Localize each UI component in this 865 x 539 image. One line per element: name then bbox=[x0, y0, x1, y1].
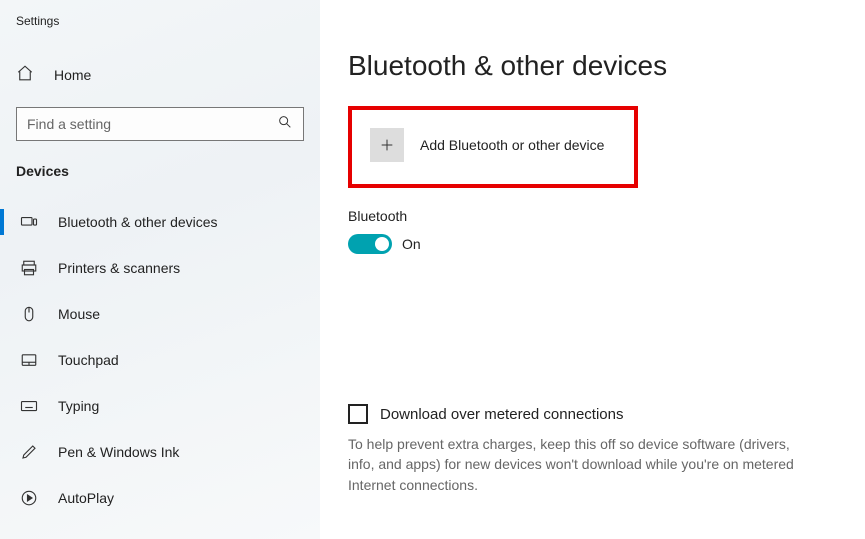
bluetooth-toggle[interactable] bbox=[348, 234, 392, 254]
add-device-button[interactable]: Add Bluetooth or other device bbox=[370, 128, 616, 162]
plus-icon bbox=[370, 128, 404, 162]
metered-checkbox-label: Download over metered connections bbox=[380, 406, 623, 423]
sidebar-item-label: AutoPlay bbox=[58, 490, 114, 506]
highlight-annotation: Add Bluetooth or other device bbox=[348, 106, 638, 188]
main-content: Bluetooth & other devices Add Bluetooth … bbox=[320, 0, 865, 539]
sidebar-item-label: Bluetooth & other devices bbox=[58, 214, 218, 230]
sidebar-item-label: Touchpad bbox=[58, 352, 119, 368]
mouse-icon bbox=[20, 305, 38, 323]
metered-checkbox[interactable] bbox=[348, 404, 368, 424]
home-icon bbox=[16, 64, 34, 85]
bluetooth-toggle-row: On bbox=[348, 234, 837, 254]
sidebar-item-label: Typing bbox=[58, 398, 99, 414]
sidebar-item-label: Printers & scanners bbox=[58, 260, 180, 276]
app-title: Settings bbox=[0, 14, 320, 28]
devices-icon bbox=[20, 213, 38, 231]
home-nav[interactable]: Home bbox=[0, 56, 320, 93]
pen-icon bbox=[20, 443, 38, 461]
search-input[interactable] bbox=[27, 116, 277, 132]
home-label: Home bbox=[54, 67, 91, 83]
sidebar-item-bluetooth[interactable]: Bluetooth & other devices bbox=[0, 199, 320, 245]
autoplay-icon bbox=[20, 489, 38, 507]
sidebar-item-touchpad[interactable]: Touchpad bbox=[0, 337, 320, 383]
sidebar-item-autoplay[interactable]: AutoPlay bbox=[0, 475, 320, 521]
search-icon bbox=[277, 114, 293, 135]
sidebar-item-typing[interactable]: Typing bbox=[0, 383, 320, 429]
search-box[interactable] bbox=[16, 107, 304, 141]
category-header: Devices bbox=[0, 163, 320, 179]
add-device-label: Add Bluetooth or other device bbox=[420, 137, 604, 153]
sidebar-item-mouse[interactable]: Mouse bbox=[0, 291, 320, 337]
sidebar-item-pen[interactable]: Pen & Windows Ink bbox=[0, 429, 320, 475]
keyboard-icon bbox=[20, 397, 38, 415]
sidebar-item-label: Mouse bbox=[58, 306, 100, 322]
bluetooth-section-label: Bluetooth bbox=[348, 208, 837, 224]
bluetooth-toggle-state: On bbox=[402, 236, 421, 252]
page-title: Bluetooth & other devices bbox=[348, 50, 837, 82]
sidebar-item-printers[interactable]: Printers & scanners bbox=[0, 245, 320, 291]
sidebar-item-label: Pen & Windows Ink bbox=[58, 444, 179, 460]
metered-help-text: To help prevent extra charges, keep this… bbox=[348, 434, 808, 495]
printer-icon bbox=[20, 259, 38, 277]
sidebar: Settings Home Devices Bluetooth & other … bbox=[0, 0, 320, 539]
metered-checkbox-row: Download over metered connections bbox=[348, 404, 837, 424]
touchpad-icon bbox=[20, 351, 38, 369]
